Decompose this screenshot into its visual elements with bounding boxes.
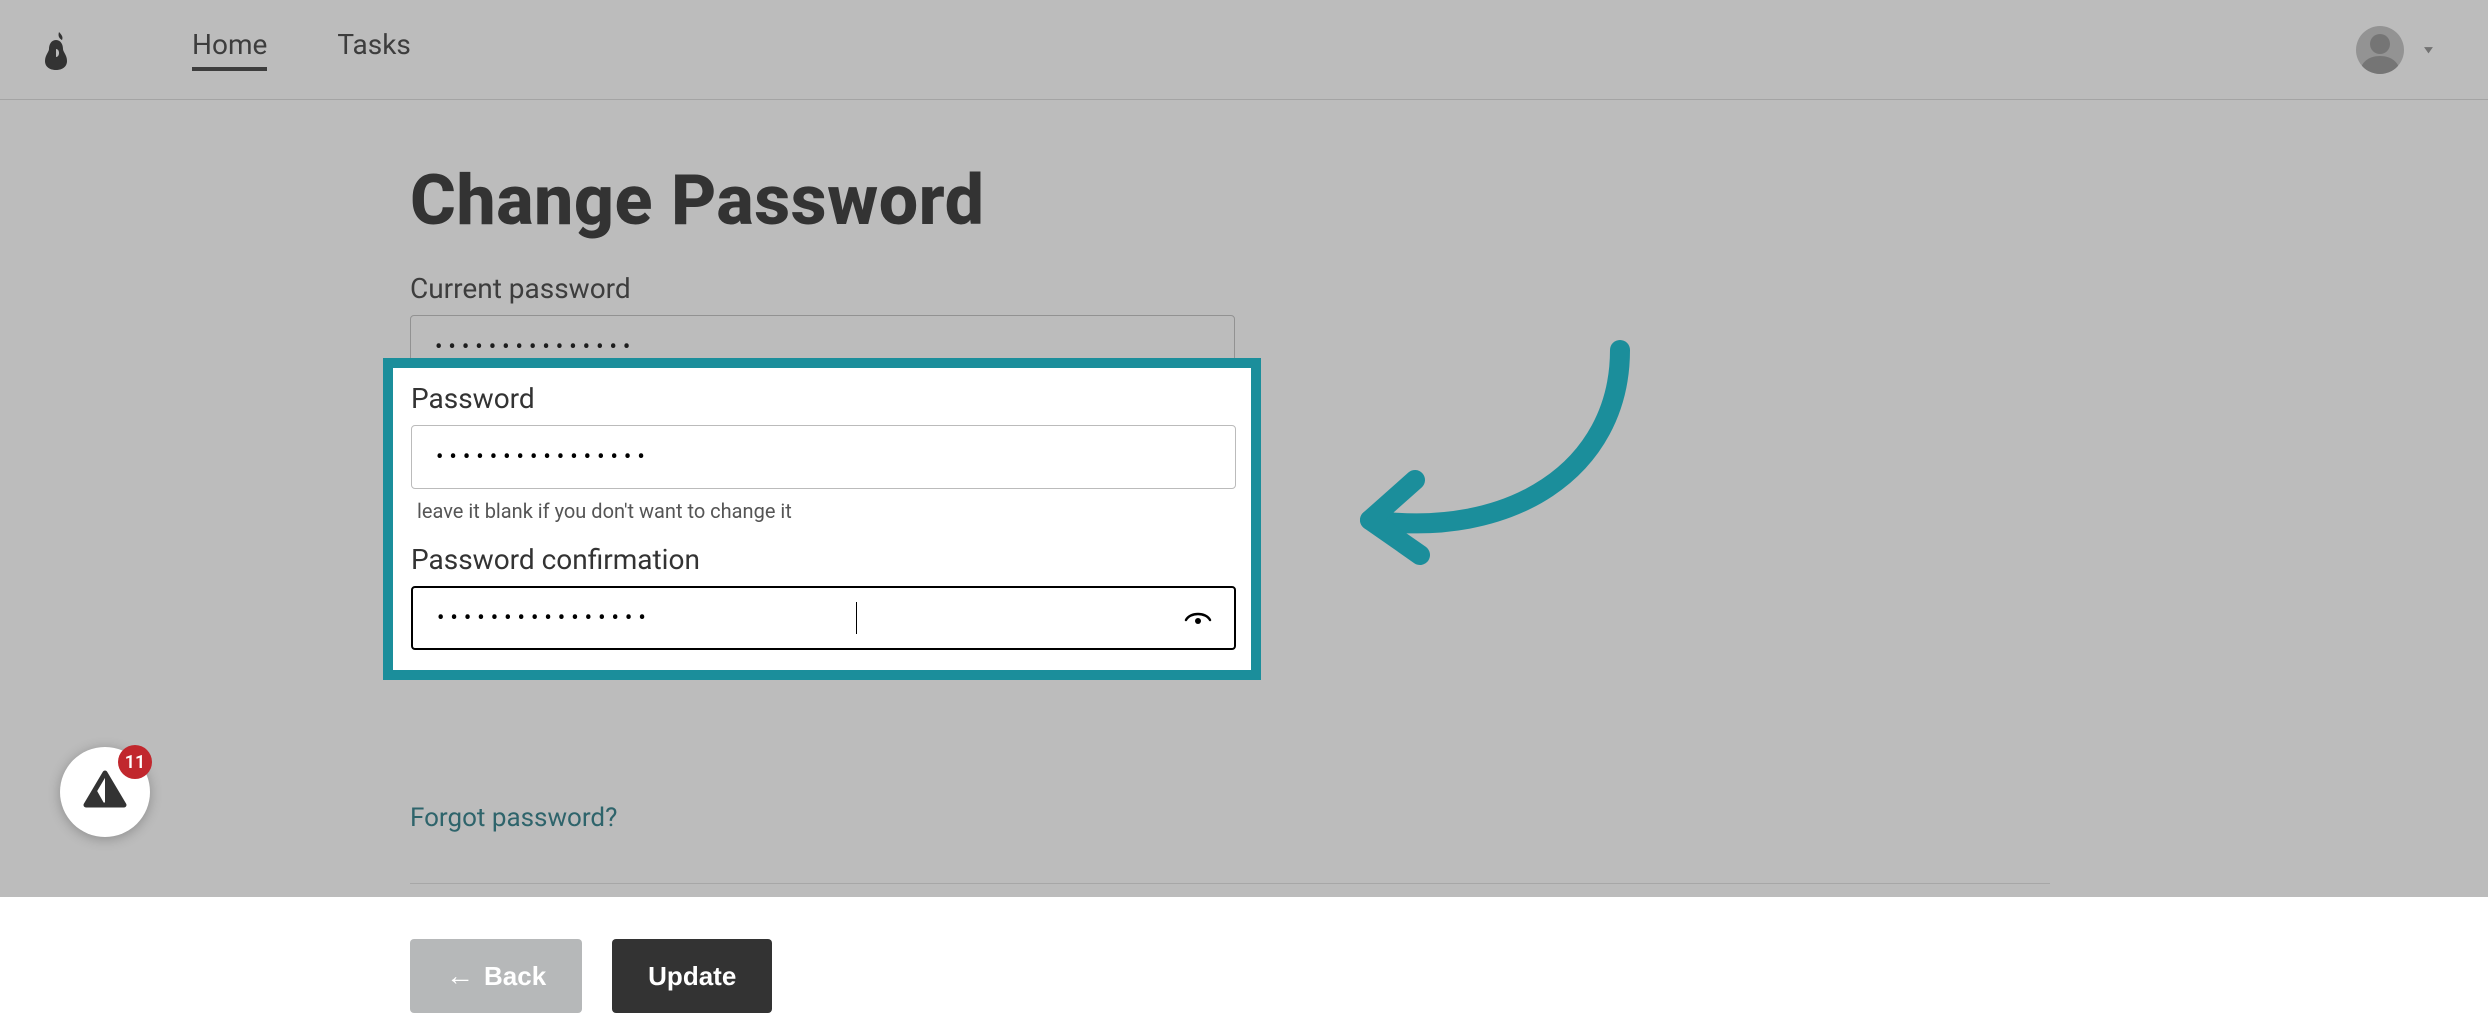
arrow-left-icon: ← [446,960,474,992]
nav-tasks[interactable]: Tasks [337,28,411,71]
back-button-label: Back [484,961,546,992]
help-widget[interactable]: 11 [60,747,150,837]
text-caret [856,602,857,634]
password-label: Password [411,382,1233,415]
password-block: Password leave it blank if you don't wan… [411,382,1233,523]
highlight-box: Password leave it blank if you don't wan… [383,358,1261,680]
divider [410,883,2050,884]
nav-links: Home Tasks [192,28,411,71]
confirm-password-input[interactable] [411,586,1236,650]
user-avatar[interactable] [2356,26,2404,74]
password-input[interactable] [411,425,1236,489]
nav-right: ▾ [2356,26,2448,74]
confirm-password-label: Password confirmation [411,543,1233,576]
pear-logo-icon [40,30,72,70]
password-hint: leave it blank if you don't want to chan… [417,499,1233,523]
user-menu-chevron-icon[interactable]: ▾ [2424,42,2433,57]
page-title: Change Password [410,160,2110,242]
avatar-icon [2358,30,2402,74]
help-widget-badge: 11 [118,745,152,779]
nav-home[interactable]: Home [192,28,267,71]
brand-logo[interactable] [40,30,72,70]
update-button-label: Update [648,961,736,992]
current-password-label: Current password [410,272,2110,305]
back-button[interactable]: ← Back [410,939,582,1013]
confirm-password-block: Password confirmation [411,543,1233,650]
forgot-password-link[interactable]: Forgot password? [410,803,617,833]
reveal-password-icon[interactable] [1184,604,1212,632]
button-row: ← Back Update [410,939,2110,1013]
top-nav: Home Tasks ▾ [0,0,2488,100]
update-button[interactable]: Update [612,939,772,1013]
annotation-arrow-icon [1320,340,1650,580]
help-widget-icon [82,769,128,815]
